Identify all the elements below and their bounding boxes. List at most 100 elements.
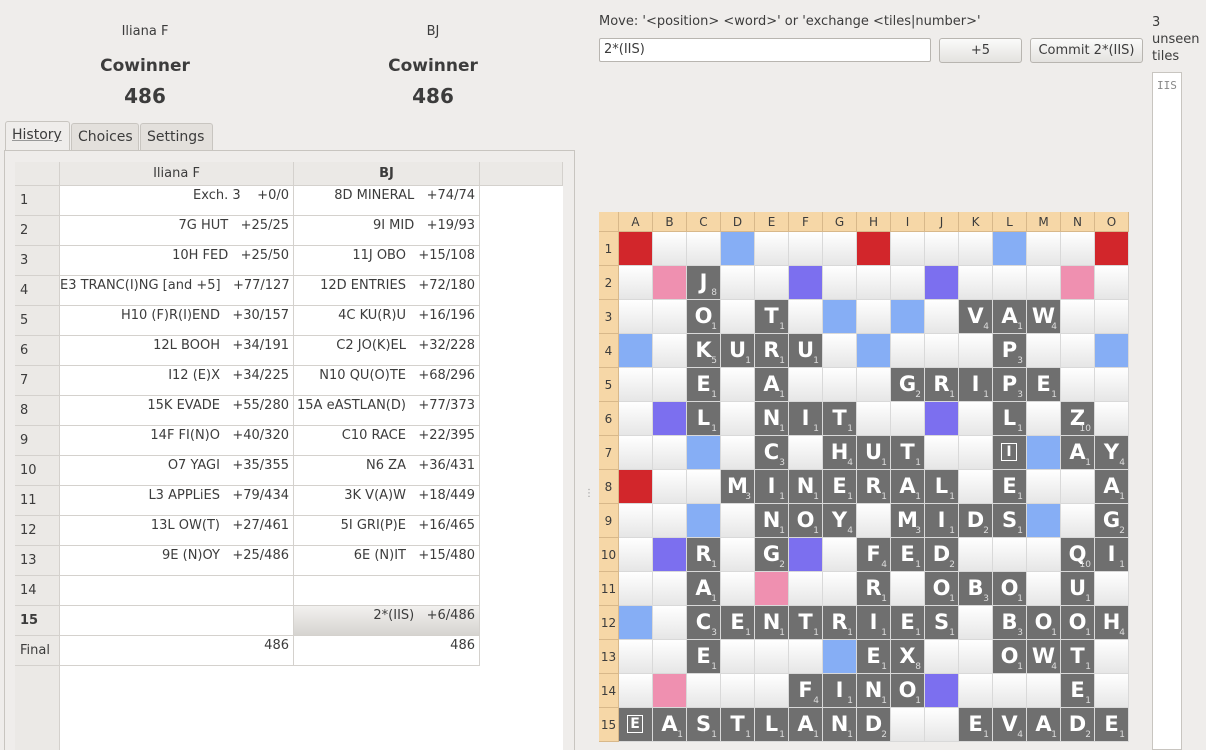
board-square[interactable] <box>891 334 925 368</box>
board-tile[interactable]: U1 <box>1061 572 1095 606</box>
board-square[interactable] <box>1061 300 1095 334</box>
board-square[interactable] <box>959 334 993 368</box>
board-square[interactable] <box>1095 266 1129 300</box>
board-tile[interactable]: H4 <box>823 436 857 470</box>
history-move-player1[interactable]: 7G HUT +25/25 <box>60 216 294 246</box>
plus-score-button[interactable]: +5 <box>939 38 1022 63</box>
board-square[interactable] <box>857 402 891 436</box>
history-move-player2[interactable]: 6E (N)IT +15/480 <box>294 546 480 576</box>
board-tile[interactable]: O1 <box>1027 606 1061 640</box>
history-move-player1[interactable]: E3 TRANC(I)NG [and +5] +77/127 <box>60 276 294 306</box>
board-square[interactable] <box>1061 470 1095 504</box>
board-tile[interactable]: A1 <box>789 708 823 742</box>
board-square[interactable] <box>857 300 891 334</box>
board-square[interactable] <box>857 504 891 538</box>
board-tile[interactable]: M3 <box>891 504 925 538</box>
board-square[interactable] <box>823 572 857 606</box>
history-move-player2[interactable]: 4C KU(R)U +16/196 <box>294 306 480 336</box>
history-column-header-player2[interactable]: BJ <box>294 162 480 186</box>
board-square[interactable] <box>857 266 891 300</box>
board-tile[interactable]: T1 <box>1061 640 1095 674</box>
board-square[interactable] <box>959 470 993 504</box>
board-tile[interactable]: T1 <box>891 436 925 470</box>
board-square[interactable] <box>789 232 823 266</box>
board-tile[interactable]: C3 <box>755 436 789 470</box>
history-move-player1[interactable]: 10H FED +25/50 <box>60 246 294 276</box>
board-square[interactable] <box>619 572 653 606</box>
board-square[interactable] <box>1027 572 1061 606</box>
board-square[interactable] <box>653 368 687 402</box>
board-square[interactable] <box>1027 538 1061 572</box>
board-square[interactable] <box>1095 640 1129 674</box>
triple-letter-square[interactable] <box>925 266 959 300</box>
board-square[interactable] <box>925 708 959 742</box>
triple-letter-square[interactable] <box>925 674 959 708</box>
history-move-player1[interactable] <box>60 576 294 606</box>
board-tile[interactable]: I1 <box>755 470 789 504</box>
board-tile[interactable]: D2 <box>857 708 891 742</box>
board-square[interactable] <box>687 674 721 708</box>
board-square[interactable] <box>755 640 789 674</box>
history-move-player2[interactable]: 5I GRI(P)E +16/465 <box>294 516 480 546</box>
board-square[interactable] <box>721 402 755 436</box>
splitter-handle[interactable]: ⋮ <box>584 488 594 499</box>
board-square[interactable] <box>959 402 993 436</box>
board-tile[interactable]: E1 <box>993 470 1027 504</box>
history-move-player1[interactable]: 14F FI(N)O +40/320 <box>60 426 294 456</box>
triple-word-square[interactable] <box>619 232 653 266</box>
double-letter-square[interactable] <box>1027 436 1061 470</box>
tab-choices[interactable]: Choices <box>71 123 139 150</box>
board-square[interactable] <box>721 572 755 606</box>
history-move-player2[interactable]: 8D MINERAL +74/74 <box>294 186 480 216</box>
board-square[interactable] <box>1027 232 1061 266</box>
board-square[interactable] <box>925 300 959 334</box>
board-square[interactable] <box>993 674 1027 708</box>
board-tile[interactable]: I1 <box>823 674 857 708</box>
board-square[interactable] <box>653 436 687 470</box>
board-tile[interactable]: M3 <box>721 470 755 504</box>
board-tile[interactable]: R1 <box>755 334 789 368</box>
board-tile[interactable]: J8 <box>687 266 721 300</box>
history-move-player1[interactable]: L3 APPLiES +79/434 <box>60 486 294 516</box>
board-tile[interactable]: O1 <box>993 572 1027 606</box>
board-tile[interactable]: L1 <box>755 708 789 742</box>
board-square[interactable] <box>721 266 755 300</box>
double-letter-square[interactable] <box>721 232 755 266</box>
double-letter-square[interactable] <box>823 640 857 674</box>
board-tile[interactable]: E <box>619 708 653 742</box>
board-tile[interactable]: G2 <box>755 538 789 572</box>
board-square[interactable] <box>925 436 959 470</box>
board-square[interactable] <box>1027 674 1061 708</box>
commit-button[interactable]: Commit 2*(IIS) <box>1030 38 1143 63</box>
board-tile[interactable]: O1 <box>993 640 1027 674</box>
board-square[interactable] <box>653 606 687 640</box>
board-square[interactable] <box>823 232 857 266</box>
history-move-player1[interactable] <box>60 606 294 636</box>
board-tile[interactable]: Z 10 <box>1061 402 1095 436</box>
double-letter-square[interactable] <box>857 334 891 368</box>
board-tile[interactable]: F4 <box>857 538 891 572</box>
board-square[interactable] <box>1027 470 1061 504</box>
triple-letter-square[interactable] <box>789 266 823 300</box>
board-tile[interactable]: A1 <box>1027 708 1061 742</box>
board-square[interactable] <box>619 436 653 470</box>
triple-word-square[interactable] <box>1095 232 1129 266</box>
board-tile[interactable]: T1 <box>721 708 755 742</box>
board-square[interactable] <box>721 674 755 708</box>
board-square[interactable] <box>959 232 993 266</box>
board-square[interactable] <box>891 266 925 300</box>
tab-settings[interactable]: Settings <box>140 123 213 150</box>
board-tile[interactable]: E1 <box>823 470 857 504</box>
board-tile[interactable]: N1 <box>857 674 891 708</box>
board-square[interactable] <box>653 470 687 504</box>
double-letter-square[interactable] <box>687 504 721 538</box>
board-tile[interactable]: U1 <box>789 334 823 368</box>
board-square[interactable] <box>993 538 1027 572</box>
board-square[interactable] <box>959 266 993 300</box>
triple-letter-square[interactable] <box>653 538 687 572</box>
board-tile[interactable]: B3 <box>993 606 1027 640</box>
board-square[interactable] <box>721 368 755 402</box>
board-tile[interactable]: A1 <box>1061 436 1095 470</box>
board-square[interactable] <box>925 334 959 368</box>
board-square[interactable] <box>959 436 993 470</box>
